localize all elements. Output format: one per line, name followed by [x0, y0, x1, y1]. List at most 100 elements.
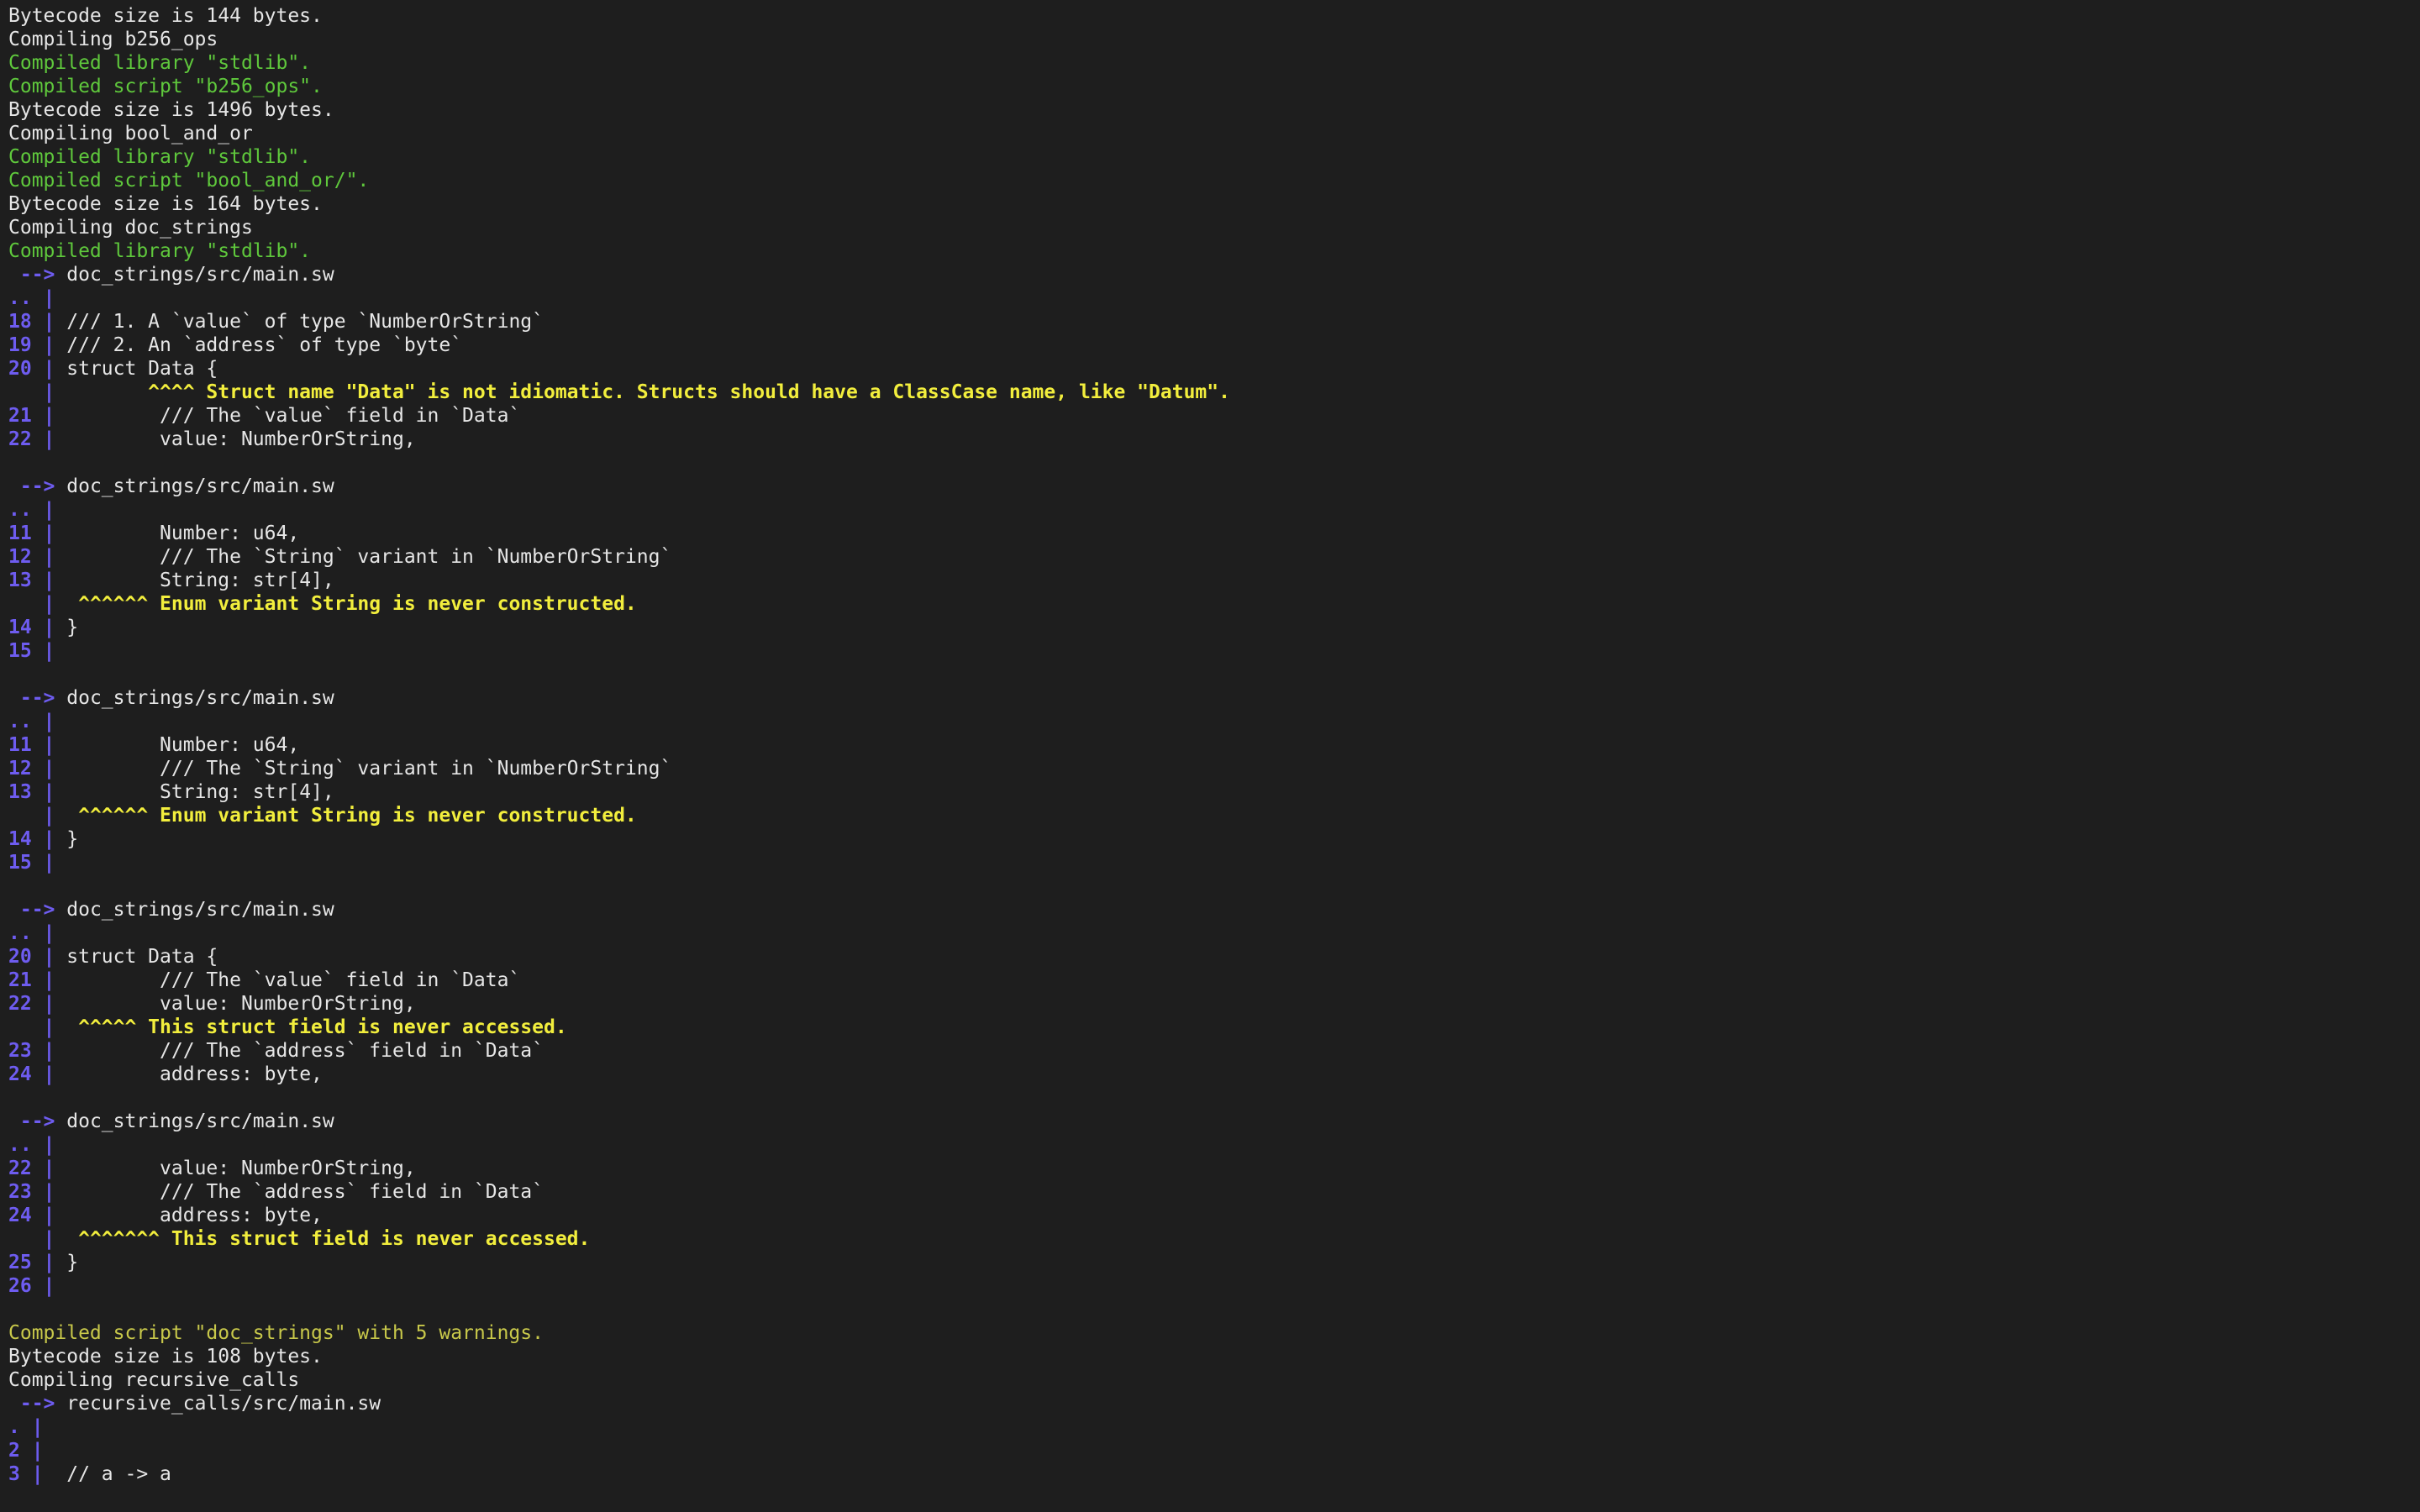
- warning-message: ^^^^^^ Enum variant String is never cons…: [78, 593, 637, 615]
- terminal-line: Compiled library "stdlib".: [8, 239, 2420, 263]
- terminal-line: | ^^^^ Struct name "Data" is not idiomat…: [8, 381, 2420, 404]
- terminal-line: 19 | /// 2. An `address` of type `byte`: [8, 333, 2420, 357]
- output-text: doc_strings/src/main.sw: [66, 264, 334, 286]
- line-gutter: .. |: [8, 287, 55, 309]
- terminal-line: 25 | }: [8, 1251, 2420, 1274]
- output-text: }: [66, 828, 79, 850]
- terminal-line: 3 | // a -> a: [8, 1462, 2420, 1486]
- terminal-line: 15 |: [8, 639, 2420, 663]
- terminal-line: 15 |: [8, 851, 2420, 874]
- output-text: String: str[4],: [66, 781, 334, 803]
- output-text: struct Data {: [66, 946, 218, 968]
- output-text: Bytecode size is 144 bytes.: [8, 5, 323, 27]
- line-gutter: .. |: [8, 1134, 55, 1156]
- line-gutter: |: [8, 593, 79, 615]
- warning-message: ^^^^^^^ This struct field is never acces…: [78, 1228, 591, 1250]
- line-gutter: -->: [8, 475, 67, 497]
- terminal-line: Compiling doc_strings: [8, 216, 2420, 239]
- terminal-line: Compiled script "bool_and_or/".: [8, 169, 2420, 192]
- terminal-line: --> doc_strings/src/main.sw: [8, 263, 2420, 286]
- terminal-line: 20 | struct Data {: [8, 945, 2420, 969]
- terminal-line: Bytecode size is 1496 bytes.: [8, 98, 2420, 122]
- output-text: value: NumberOrString,: [66, 993, 416, 1015]
- terminal-line: 22 | value: NumberOrString,: [8, 1157, 2420, 1180]
- line-gutter: 13 |: [8, 570, 67, 591]
- terminal-line: 26 |: [8, 1274, 2420, 1298]
- line-gutter: |: [8, 805, 79, 827]
- line-gutter: .. |: [8, 922, 55, 944]
- terminal-line: 13 | String: str[4],: [8, 569, 2420, 592]
- terminal-line: 14 | }: [8, 827, 2420, 851]
- terminal-line: Compiled script "b256_ops".: [8, 75, 2420, 98]
- line-gutter: 26 |: [8, 1275, 55, 1297]
- terminal-line: Compiling b256_ops: [8, 28, 2420, 51]
- line-gutter: 15 |: [8, 640, 55, 662]
- line-gutter: 25 |: [8, 1252, 67, 1273]
- terminal-line: | ^^^^^ This struct field is never acces…: [8, 1016, 2420, 1039]
- terminal-line: --> recursive_calls/src/main.sw: [8, 1392, 2420, 1415]
- line-gutter: 12 |: [8, 546, 67, 568]
- terminal-line: | ^^^^^^^ This struct field is never acc…: [8, 1227, 2420, 1251]
- output-text: /// The `String` variant in `NumberOrStr…: [66, 758, 672, 780]
- terminal-line: 11 | Number: u64,: [8, 522, 2420, 545]
- terminal-line: Bytecode size is 108 bytes.: [8, 1345, 2420, 1368]
- terminal-line: --> doc_strings/src/main.sw: [8, 475, 2420, 498]
- line-gutter: 22 |: [8, 428, 67, 450]
- terminal-line: .. |: [8, 1133, 2420, 1157]
- output-text: /// 2. An `address` of type `byte`: [66, 334, 463, 356]
- line-gutter: |: [8, 1228, 79, 1250]
- line-gutter: 21 |: [8, 405, 67, 427]
- line-gutter: 20 |: [8, 946, 67, 968]
- line-gutter: .. |: [8, 499, 55, 521]
- line-gutter: -->: [8, 1393, 67, 1415]
- terminal-line: Bytecode size is 164 bytes.: [8, 192, 2420, 216]
- success-message: Compiled library "stdlib".: [8, 52, 312, 74]
- warning-message: ^^^^ Struct name "Data" is not idiomatic…: [148, 381, 1230, 403]
- output-text: Compiling doc_strings: [8, 217, 253, 239]
- output-text: address: byte,: [66, 1063, 323, 1085]
- terminal-line: --> doc_strings/src/main.sw: [8, 1110, 2420, 1133]
- line-gutter: -->: [8, 899, 67, 921]
- line-gutter: 2 |: [8, 1440, 44, 1462]
- terminal-line: --> doc_strings/src/main.sw: [8, 686, 2420, 710]
- output-text: doc_strings/src/main.sw: [66, 899, 334, 921]
- line-gutter: 23 |: [8, 1040, 67, 1062]
- line-gutter: . |: [8, 1416, 44, 1438]
- output-text: Bytecode size is 108 bytes.: [8, 1346, 323, 1368]
- output-text: doc_strings/src/main.sw: [66, 475, 334, 497]
- line-gutter: 13 |: [8, 781, 67, 803]
- terminal-line: 23 | /// The `address` field in `Data`: [8, 1039, 2420, 1063]
- terminal-line: 13 | String: str[4],: [8, 780, 2420, 804]
- line-gutter: 20 |: [8, 358, 67, 380]
- output-text: Bytecode size is 1496 bytes.: [8, 99, 334, 121]
- terminal-line: 18 | /// 1. A `value` of type `NumberOrS…: [8, 310, 2420, 333]
- success-message: Compiled script "bool_and_or/".: [8, 170, 370, 192]
- line-gutter: 22 |: [8, 993, 67, 1015]
- line-gutter: -->: [8, 264, 67, 286]
- output-text: Number: u64,: [66, 734, 300, 756]
- terminal-line: Compiled library "stdlib".: [8, 51, 2420, 75]
- terminal-line: 12 | /// The `String` variant in `Number…: [8, 545, 2420, 569]
- output-text: /// The `address` field in `Data`: [66, 1040, 544, 1062]
- terminal-line: 22 | value: NumberOrString,: [8, 428, 2420, 451]
- terminal-line: | ^^^^^^ Enum variant String is never co…: [8, 804, 2420, 827]
- terminal-line: 24 | address: byte,: [8, 1063, 2420, 1086]
- terminal-output: Bytecode size is 144 bytes. Compiling b25…: [0, 0, 2420, 1512]
- terminal-line: Compiling recursive_calls: [8, 1368, 2420, 1392]
- summary-message: Compiled script "doc_strings" with 5 war…: [8, 1322, 544, 1344]
- output-text: struct Data {: [66, 358, 218, 380]
- success-message: Compiled library "stdlib".: [8, 146, 312, 168]
- line-gutter: 3 |: [8, 1463, 55, 1485]
- line-gutter: 15 |: [8, 852, 55, 874]
- line-gutter: -->: [8, 687, 67, 709]
- output-text: /// The `address` field in `Data`: [66, 1181, 544, 1203]
- line-gutter: 21 |: [8, 969, 67, 991]
- output-text: recursive_calls/src/main.sw: [66, 1393, 381, 1415]
- terminal-line: .. |: [8, 710, 2420, 733]
- line-gutter: 14 |: [8, 828, 67, 850]
